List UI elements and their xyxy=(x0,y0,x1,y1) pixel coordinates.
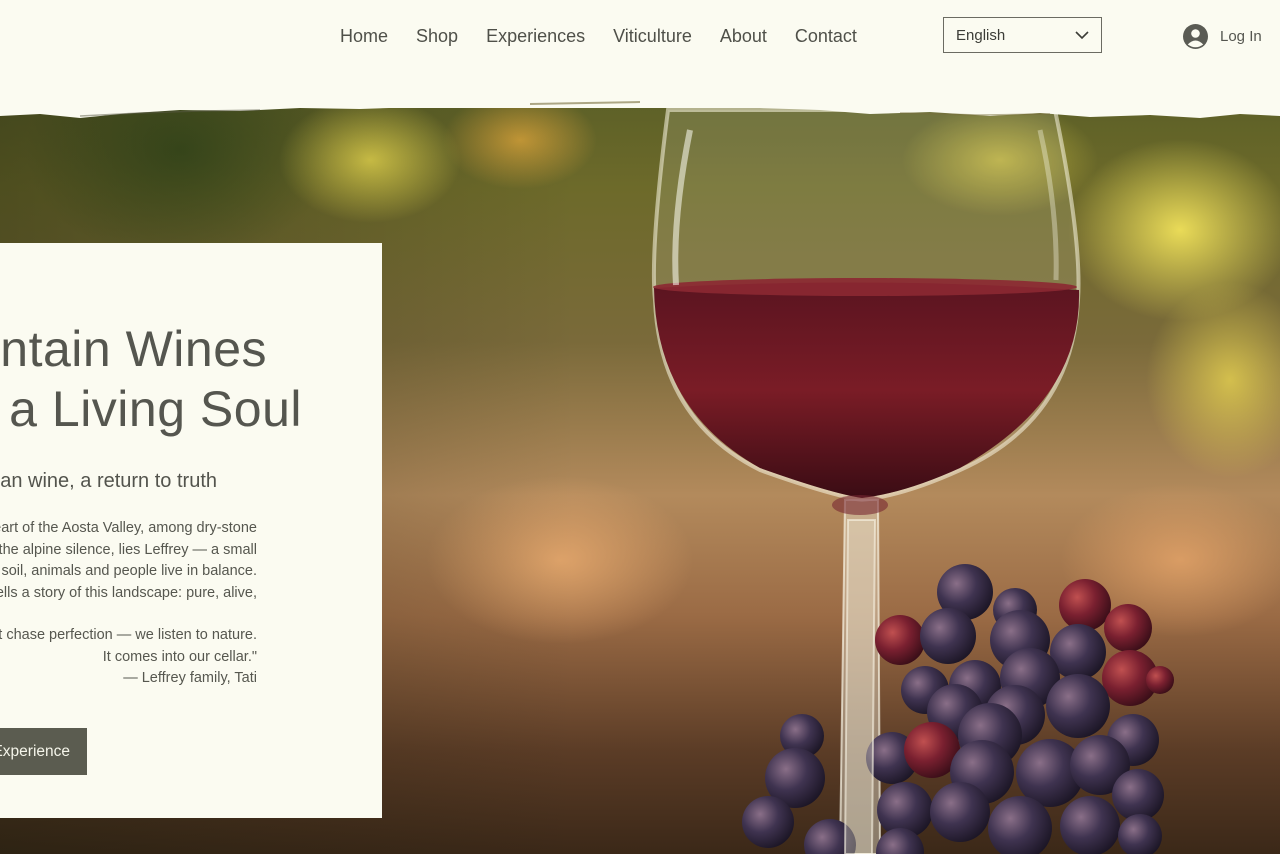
hero-title-line-1: Mountain Wines xyxy=(0,321,267,377)
nav-home[interactable]: Home xyxy=(340,24,402,48)
body-line: In the heart of the Aosta Valley, among … xyxy=(0,520,257,536)
hero-subtitle: More than wine, a return to truth xyxy=(0,470,217,492)
nav-experiences[interactable]: Experiences xyxy=(472,24,599,48)
body-gap xyxy=(0,604,257,625)
login-button[interactable]: Log In xyxy=(1183,22,1262,50)
page: Home Shop Experiences Viticulture About … xyxy=(0,0,1280,854)
main-nav: Home Shop Experiences Viticulture About … xyxy=(340,24,871,48)
nav-about[interactable]: About xyxy=(706,24,781,48)
hero-card: Mountain Wines with a Living Soul More t… xyxy=(0,243,382,818)
language-value: English xyxy=(956,26,1006,44)
hero-title-line-2: with a Living Soul xyxy=(0,381,302,437)
user-avatar-icon xyxy=(1183,23,1208,49)
nav-contact[interactable]: Contact xyxy=(781,24,871,48)
body-line: walls and the alpine silence, lies Leffr… xyxy=(0,541,257,558)
hero-body: In the heart of the Aosta Valley, among … xyxy=(0,518,257,690)
login-label: Log In xyxy=(1220,27,1262,45)
body-line: — Leffrey family, Tati xyxy=(123,670,257,686)
chevron-down-icon xyxy=(1075,30,1089,39)
body-line: It comes into our cellar." xyxy=(102,648,257,665)
body-line: "We don't chase perfection — we listen t… xyxy=(0,627,257,643)
header-brush-edge xyxy=(0,96,1280,118)
nav-viticulture[interactable]: Viticulture xyxy=(599,24,706,48)
language-select[interactable]: English xyxy=(943,17,1102,53)
body-line: Each bottle tells a story of this landsc… xyxy=(0,584,257,601)
site-header: Home Shop Experiences Viticulture About … xyxy=(0,0,1280,108)
body-line: estate where soil, animals and people li… xyxy=(0,563,257,579)
book-experience-button[interactable]: Book an Experience xyxy=(0,728,87,775)
nav-shop[interactable]: Shop xyxy=(402,24,472,48)
